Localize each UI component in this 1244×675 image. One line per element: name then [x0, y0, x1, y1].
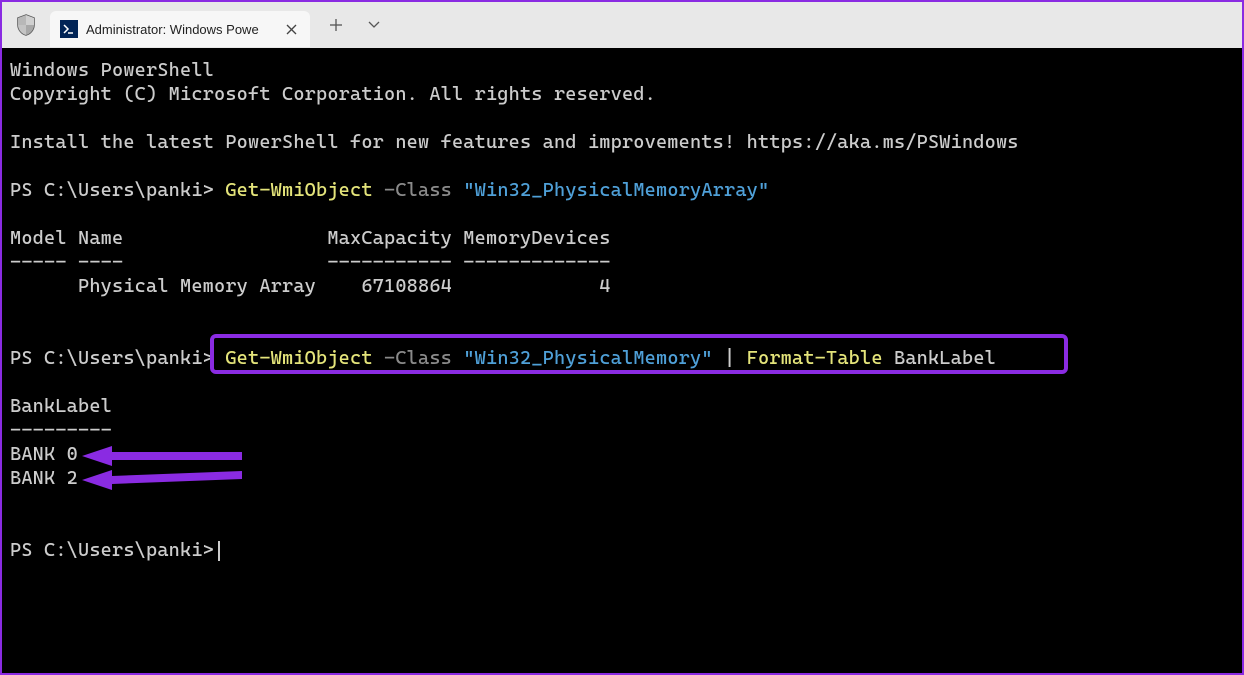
table-row: BANK 2 [10, 466, 1234, 490]
tab-title: Administrator: Windows Powe [86, 22, 274, 37]
param: -Class [373, 347, 464, 369]
blank-line [10, 154, 1234, 178]
table-header: BankLabel [10, 394, 1234, 418]
copyright-line: Copyright (C) Microsoft Corporation. All… [10, 82, 1234, 106]
table-divider: ----- ---- ----------- ------------- [10, 250, 1234, 274]
param: -Class [373, 179, 464, 201]
cmdlet: Get-WmiObject [225, 347, 372, 369]
terminal-tab[interactable]: Administrator: Windows Powe [50, 11, 310, 47]
prompt-path: PS C:\Users\panki> [10, 347, 225, 369]
uac-shield-icon [12, 11, 40, 39]
tab-dropdown-button[interactable] [358, 9, 390, 41]
close-tab-button[interactable] [282, 20, 300, 38]
blank-line [10, 490, 1234, 514]
blank-line [10, 202, 1234, 226]
prompt-path: PS C:\Users\panki> [10, 539, 214, 561]
blank-line [10, 106, 1234, 130]
text-cursor [218, 541, 220, 561]
banner-line: Windows PowerShell [10, 58, 1234, 82]
string-arg: "Win32_PhysicalMemoryArray" [463, 179, 769, 201]
powershell-icon [60, 20, 78, 38]
string-arg: "Win32_PhysicalMemory" [463, 347, 712, 369]
prompt-path: PS C:\Users\panki> [10, 179, 225, 201]
blank-line [10, 322, 1234, 346]
command-line-1: PS C:\Users\panki> Get-WmiObject -Class … [10, 178, 1234, 202]
install-hint-line: Install the latest PowerShell for new fe… [10, 130, 1234, 154]
table-row: BANK 0 [10, 442, 1234, 466]
blank-line [10, 514, 1234, 538]
title-bar: Administrator: Windows Powe [2, 2, 1242, 48]
pipe: | [713, 347, 747, 369]
cmdlet: Get-WmiObject [225, 179, 372, 201]
blank-line [10, 298, 1234, 322]
arg: BankLabel [883, 347, 996, 369]
terminal-output[interactable]: Windows PowerShell Copyright (C) Microso… [2, 48, 1242, 673]
prompt-line: PS C:\Users\panki> [10, 538, 1234, 562]
new-tab-button[interactable] [320, 9, 352, 41]
table-divider: --------- [10, 418, 1234, 442]
table-header: Model Name MaxCapacity MemoryDevices [10, 226, 1234, 250]
blank-line [10, 370, 1234, 394]
command-line-2: PS C:\Users\panki> Get-WmiObject -Class … [10, 346, 1234, 370]
cmdlet: Format-Table [747, 347, 883, 369]
table-row: Physical Memory Array 67108864 4 [10, 274, 1234, 298]
